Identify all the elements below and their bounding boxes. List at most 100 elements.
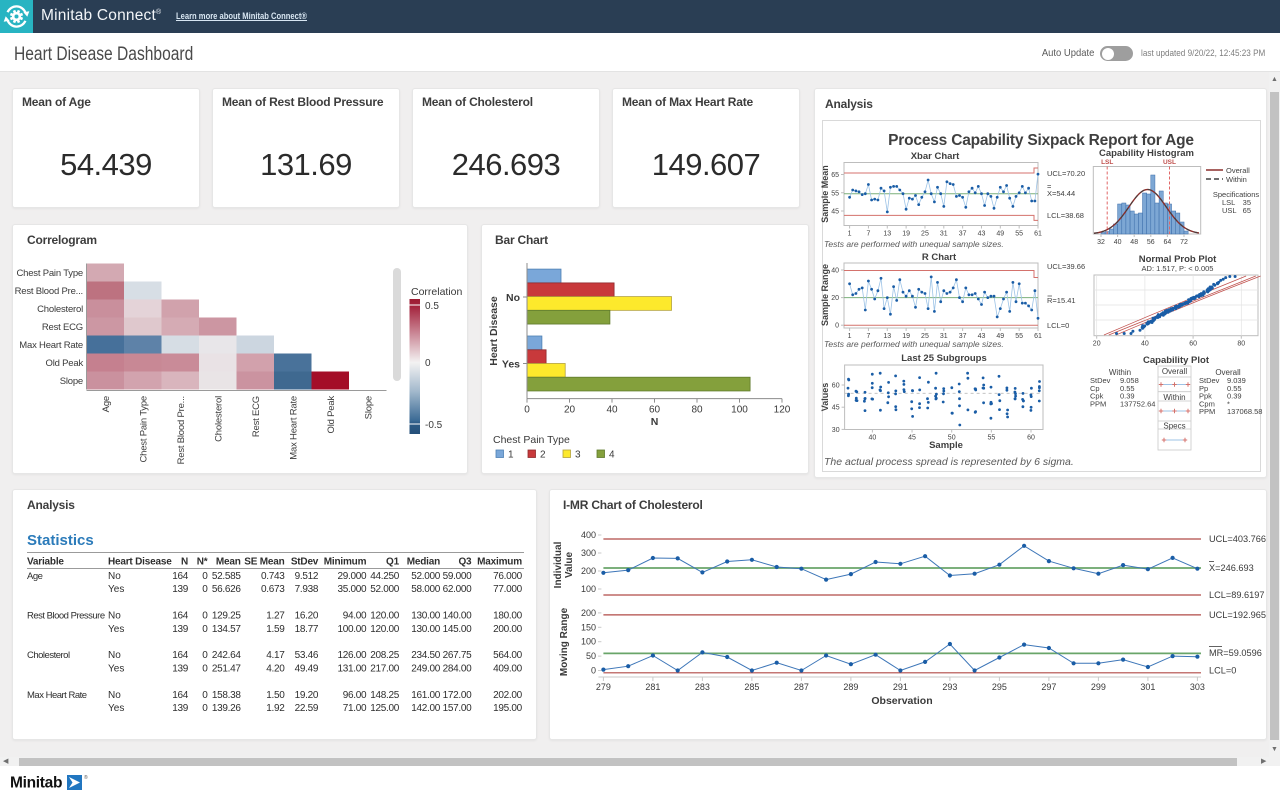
svg-text:0: 0	[202, 690, 208, 701]
svg-text:148.25: 148.25	[370, 690, 400, 701]
svg-text:LCL=0: LCL=0	[1047, 321, 1069, 330]
svg-text:7.938: 7.938	[295, 584, 319, 595]
svg-text:No: No	[108, 690, 121, 701]
svg-text:52.585: 52.585	[212, 571, 242, 582]
svg-text:4.20: 4.20	[266, 663, 285, 674]
svg-text:195.00: 195.00	[493, 703, 523, 714]
svg-text:0: 0	[202, 650, 208, 661]
svg-text:0: 0	[202, 584, 208, 595]
svg-text:100: 100	[581, 637, 596, 647]
svg-text:125.00: 125.00	[370, 703, 400, 714]
svg-text:72: 72	[1180, 239, 1188, 246]
svg-text:61: 61	[1034, 231, 1042, 238]
svg-text:130.00: 130.00	[411, 624, 441, 635]
svg-text:Maximum: Maximum	[477, 557, 522, 568]
svg-text:58.000: 58.000	[411, 584, 441, 595]
svg-text:Process Capability Sixpack Rep: Process Capability Sixpack Report for Ag…	[888, 132, 1194, 149]
svg-text:299: 299	[1091, 682, 1106, 692]
svg-text:4: 4	[609, 450, 615, 461]
svg-text:80: 80	[1237, 341, 1245, 348]
svg-text:Yes: Yes	[108, 584, 124, 595]
svg-text:251.47: 251.47	[212, 663, 242, 674]
svg-text:301: 301	[1140, 682, 1155, 692]
svg-text:Tests are performed with unequ: Tests are performed with unequal sample …	[824, 339, 1004, 349]
svg-text:AD: 1.517, P: < 0.005: AD: 1.517, P: < 0.005	[1142, 264, 1214, 273]
svg-text:295: 295	[992, 682, 1007, 692]
svg-text:Rest Blood Pressure: Rest Blood Pressure	[27, 611, 105, 622]
svg-text:®: ®	[84, 774, 88, 781]
svg-text:49.49: 49.49	[295, 663, 319, 674]
svg-text:400: 400	[581, 530, 596, 540]
svg-text:Q1: Q1	[386, 557, 400, 568]
svg-text:208.25: 208.25	[370, 650, 400, 661]
svg-text:Heart Disease: Heart Disease	[488, 296, 500, 366]
svg-text:Median: Median	[407, 557, 440, 568]
svg-text:48: 48	[1130, 239, 1138, 246]
svg-text:100: 100	[731, 405, 748, 416]
svg-text:279: 279	[596, 682, 611, 692]
svg-text:25: 25	[921, 231, 929, 238]
svg-text:200.00: 200.00	[493, 624, 523, 635]
svg-text:N: N	[181, 557, 188, 568]
svg-text:120.00: 120.00	[370, 624, 400, 635]
svg-text:40: 40	[831, 268, 839, 275]
svg-text:0: 0	[591, 666, 596, 676]
svg-text:120.00: 120.00	[370, 611, 400, 622]
svg-text:281: 281	[645, 682, 660, 692]
svg-text:131.00: 131.00	[338, 663, 368, 674]
svg-text:52.000: 52.000	[411, 571, 441, 582]
svg-text:32: 32	[1097, 239, 1105, 246]
svg-text:40: 40	[869, 435, 877, 442]
svg-text:No: No	[108, 650, 121, 661]
svg-text:29.000: 29.000	[338, 571, 368, 582]
svg-text:55: 55	[1015, 231, 1023, 238]
svg-text:Moving Range: Moving Range	[559, 607, 570, 676]
svg-text:564.00: 564.00	[493, 650, 523, 661]
svg-text:31: 31	[940, 231, 948, 238]
svg-text:Slope: Slope	[60, 376, 83, 387]
svg-text:139: 139	[172, 703, 189, 714]
svg-text:X=54.44: X=54.44	[1047, 189, 1075, 198]
svg-text:180.00: 180.00	[493, 611, 523, 622]
svg-text:126.00: 126.00	[338, 650, 368, 661]
svg-text:Cholesterol: Cholesterol	[27, 650, 70, 661]
svg-text:44.250: 44.250	[370, 571, 400, 582]
svg-text:20: 20	[831, 295, 839, 302]
svg-text:200: 200	[581, 566, 596, 576]
svg-text:161.00: 161.00	[411, 690, 441, 701]
svg-text:40: 40	[1141, 341, 1149, 348]
svg-text:Overall: Overall	[1226, 166, 1250, 175]
svg-text:UCL=39.66: UCL=39.66	[1047, 262, 1085, 271]
svg-text:303: 303	[1190, 682, 1205, 692]
svg-text:3: 3	[575, 450, 581, 461]
svg-text:9.512: 9.512	[295, 571, 319, 582]
svg-text:Age: Age	[27, 571, 43, 582]
svg-text:140.00: 140.00	[443, 611, 473, 622]
svg-text:289: 289	[843, 682, 858, 692]
svg-text:Specs: Specs	[1163, 422, 1185, 431]
svg-text:22.59: 22.59	[295, 703, 319, 714]
svg-text:Yes: Yes	[108, 663, 124, 674]
svg-text:No: No	[108, 571, 121, 582]
svg-text:164: 164	[172, 690, 189, 701]
svg-text:Individual: Individual	[553, 541, 564, 588]
svg-text:SE Mean: SE Mean	[244, 557, 284, 568]
svg-text:60: 60	[832, 383, 840, 390]
svg-text:49: 49	[996, 231, 1004, 238]
svg-text:N: N	[651, 416, 659, 428]
svg-text:164: 164	[172, 611, 189, 622]
svg-text:13: 13	[883, 231, 891, 238]
svg-text:71.00: 71.00	[343, 703, 367, 714]
svg-text:7: 7	[866, 231, 870, 238]
svg-text:0: 0	[425, 358, 431, 369]
svg-text:Yes: Yes	[108, 703, 124, 714]
svg-text:0.673: 0.673	[261, 584, 285, 595]
svg-text:200: 200	[581, 608, 596, 618]
svg-text:20: 20	[1093, 341, 1101, 348]
svg-text:Sample Mean: Sample Mean	[820, 165, 830, 223]
svg-text:Xbar Chart: Xbar Chart	[911, 151, 960, 162]
svg-text:0.743: 0.743	[261, 571, 285, 582]
svg-text:0: 0	[524, 405, 530, 416]
svg-text:249.00: 249.00	[411, 663, 441, 674]
svg-text:56: 56	[1147, 239, 1155, 246]
